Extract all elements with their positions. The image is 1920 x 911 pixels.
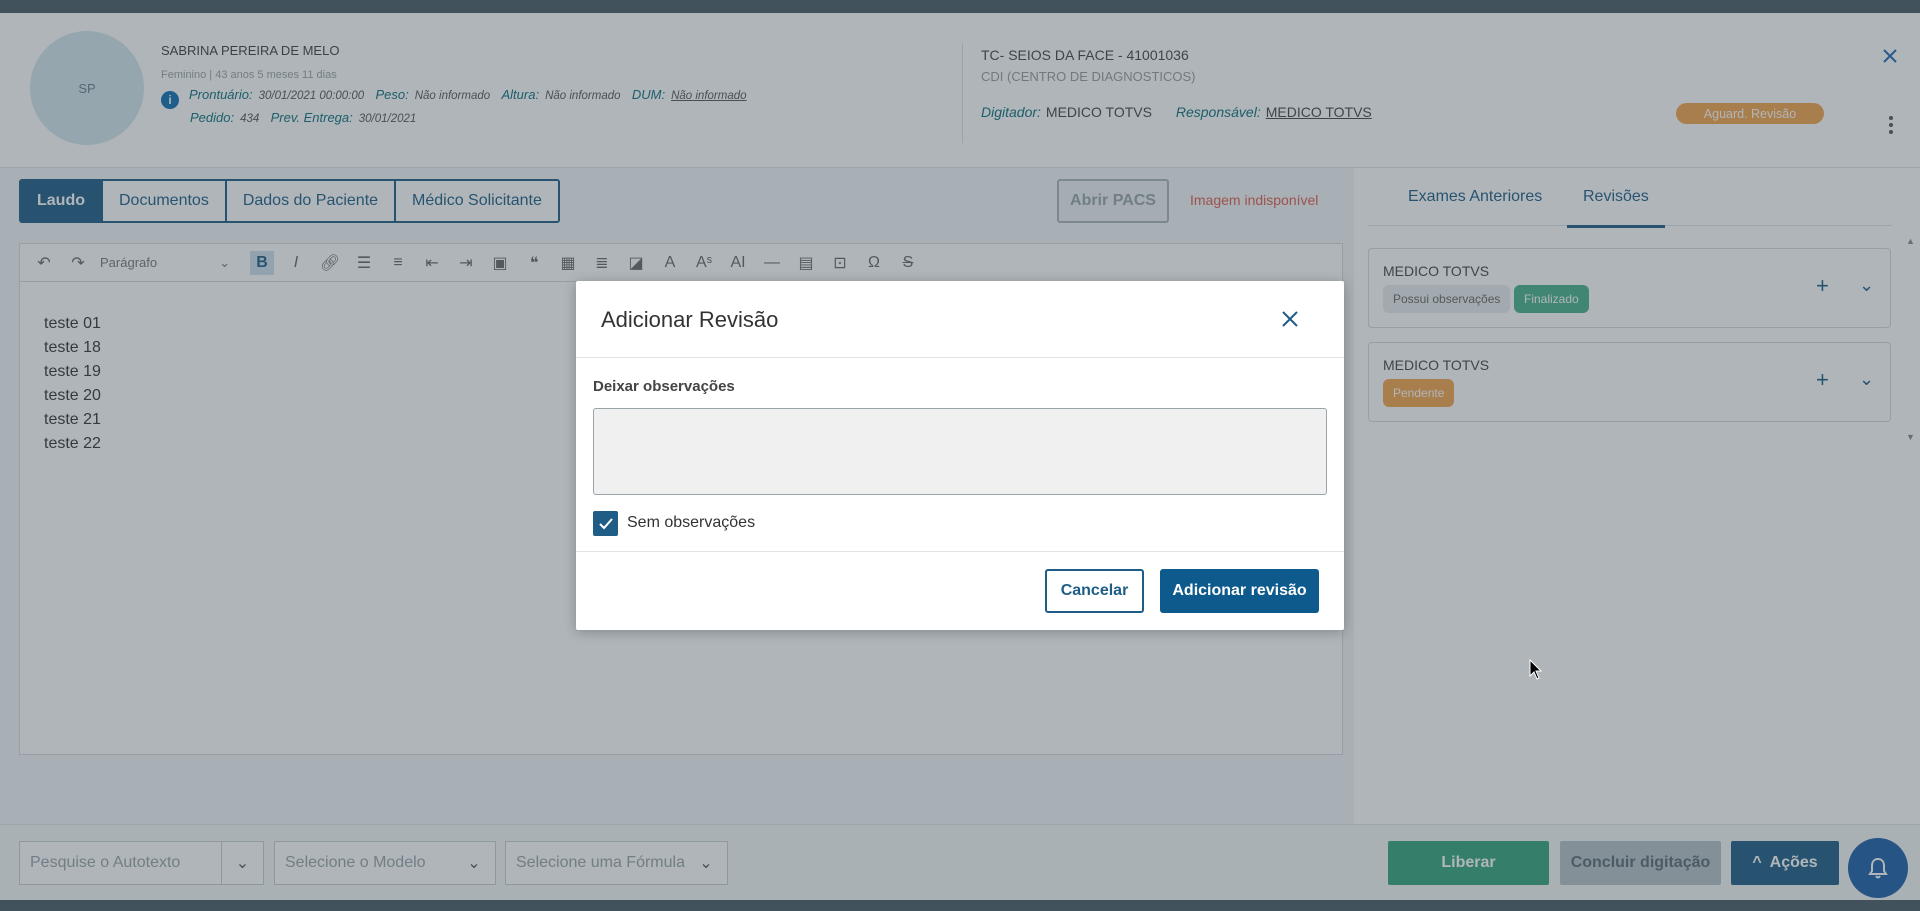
no-observations-checkbox[interactable] [593, 511, 618, 536]
modal-footer: Cancelar Adicionar revisão [576, 551, 1344, 630]
cancel-button[interactable]: Cancelar [1045, 569, 1144, 613]
no-observations-label[interactable]: Sem observações [627, 514, 755, 532]
observations-textarea[interactable] [593, 408, 1327, 495]
modal-header: Adicionar Revisão [576, 281, 1344, 358]
modal-title: Adicionar Revisão [601, 307, 779, 332]
add-review-button[interactable]: Adicionar revisão [1160, 569, 1319, 613]
mouse-cursor-icon [1529, 658, 1543, 686]
add-review-modal: Adicionar Revisão Deixar observações Sem… [576, 281, 1344, 630]
observations-label: Deixar observações [593, 378, 735, 395]
close-icon[interactable] [1276, 305, 1304, 333]
